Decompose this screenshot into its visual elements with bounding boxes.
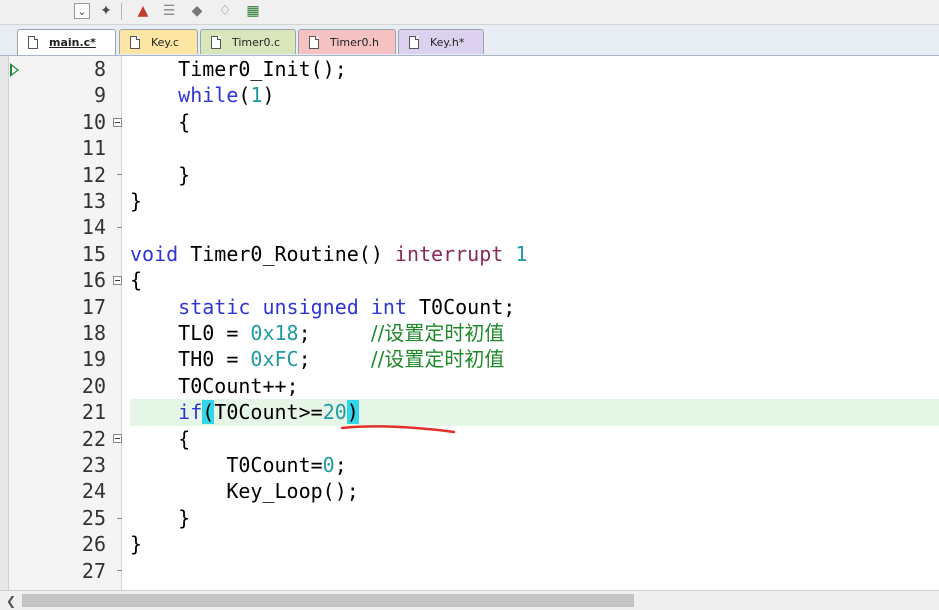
line-number: 21 (81, 400, 106, 425)
line-number: 11 (81, 136, 106, 161)
code-line: 18 TL0 = 0x18; //设置定时初值 (0, 320, 939, 346)
line-number: 8 (93, 57, 106, 81)
code-line: 27 (0, 558, 939, 584)
tab-key-c[interactable]: Key.c (119, 29, 198, 54)
line-number: 20 (81, 373, 106, 398)
fold-end-icon (117, 174, 122, 175)
line-number: 15 (81, 241, 106, 266)
code-text: Timer0_Init(); (130, 57, 347, 81)
toolbar: ⌄ ✦ ▲ ☰ ◆ ♢ ▦ (0, 0, 939, 25)
code-text: { (130, 268, 143, 293)
code-text: static unsigned int T0Count; (178, 294, 516, 319)
code-text: if(T0Count>=20) (178, 400, 359, 425)
scroll-left-icon[interactable]: ❮ (6, 594, 16, 608)
line-number: 27 (81, 558, 106, 583)
code-line: 17 static unsigned int T0Count; (0, 294, 939, 320)
code-line: 13 } (0, 188, 939, 214)
tab-label: main.c* (49, 36, 96, 49)
line-number: 26 (81, 532, 106, 557)
code-line: 24 Key_Loop(); (0, 478, 939, 504)
horizontal-scrollbar[interactable]: ❮ (0, 590, 939, 610)
tab-label: Timer0.c (232, 35, 280, 49)
gem-icon[interactable]: ♢ (215, 1, 235, 21)
fold-end-icon (117, 570, 122, 571)
code-line: 25 } (0, 505, 939, 531)
code-text: TH0 = 0xFC; //设置定时初值 (130, 347, 505, 372)
component-icon[interactable]: ▲ (133, 1, 153, 21)
code-line: 16 { (0, 267, 939, 293)
line-number: 14 (81, 215, 106, 240)
code-text: } (130, 189, 143, 213)
code-line: 15 void Timer0_Routine() interrupt 1 (0, 241, 939, 267)
code-line: 11 (0, 135, 939, 161)
diamond-icon[interactable]: ◆ (187, 1, 207, 21)
line-number: 18 (81, 321, 106, 345)
tab-key-h[interactable]: Key.h* (398, 29, 484, 54)
code-line: 8 Timer0_Init(); (0, 56, 939, 82)
tab-timer0-c[interactable]: Timer0.c (200, 29, 296, 54)
fold-end-icon (117, 227, 122, 228)
fold-end-icon (117, 518, 122, 519)
red-underline-annotation (340, 425, 456, 434)
code-text: void Timer0_Routine() interrupt 1 (130, 241, 528, 266)
line-number: 24 (81, 479, 106, 504)
line-number: 13 (81, 189, 106, 213)
toolbar-separator (121, 3, 122, 20)
code-text: { (130, 109, 191, 134)
code-line: 20 T0Count++; (0, 373, 939, 399)
multi-project-icon[interactable]: ▦ (243, 1, 263, 21)
file-icon (309, 35, 319, 49)
line-number: 16 (81, 268, 106, 293)
code-editor[interactable]: 8 Timer0_Init(); 9 while(1) 10 { 11 12 }… (0, 56, 939, 590)
code-line: 12 } (0, 162, 939, 188)
file-icon (28, 36, 38, 49)
code-line: 21 if(T0Count>=20) (0, 399, 939, 425)
scrollbar-thumb[interactable] (22, 594, 634, 607)
file-icon (409, 35, 419, 49)
code-text: while(1) (178, 83, 275, 108)
fold-toggle-icon[interactable] (113, 434, 122, 443)
line-number: 17 (81, 294, 106, 319)
wand-icon[interactable]: ✦ (96, 1, 116, 21)
code-text: TL0 = 0x18; //设置定时初值 (130, 321, 505, 345)
tab-label: Key.c (151, 35, 179, 49)
tab-main-c[interactable]: main.c* (17, 29, 116, 55)
line-number: 9 (93, 83, 106, 108)
code-line: 10 { (0, 109, 939, 135)
fold-toggle-icon[interactable] (113, 276, 122, 285)
file-tab-bar: main.c* Key.c Timer0.c Timer0.h Key.h* (0, 25, 939, 56)
tab-timer0-h[interactable]: Timer0.h (298, 29, 396, 54)
line-number: 25 (81, 505, 106, 530)
code-text: { (130, 426, 191, 451)
code-line: 26 } (0, 531, 939, 557)
line-number: 12 (81, 162, 106, 187)
code-line: 9 while(1) (0, 82, 939, 108)
code-text: } (130, 505, 191, 530)
code-line: 22 { (0, 426, 939, 452)
code-text: T0Count++; (130, 373, 299, 398)
line-number: 23 (81, 453, 106, 477)
dropdown-icon[interactable]: ⌄ (74, 3, 90, 19)
code-line: 19 TH0 = 0xFC; //设置定时初值 (0, 346, 939, 372)
code-text: Key_Loop(); (130, 479, 359, 504)
line-number: 19 (81, 347, 106, 372)
stack-icon[interactable]: ☰ (159, 1, 179, 21)
line-number: 10 (81, 109, 106, 134)
code-line: 14 (0, 214, 939, 240)
code-text: T0Count=0; (130, 453, 347, 477)
file-icon (211, 35, 221, 49)
file-icon (130, 35, 140, 49)
tab-label: Timer0.h (330, 35, 379, 49)
code-text: } (130, 532, 143, 557)
code-text: } (130, 162, 191, 187)
code-line: 23 T0Count=0; (0, 452, 939, 478)
fold-toggle-icon[interactable] (113, 118, 122, 127)
tab-label: Key.h* (430, 35, 465, 49)
line-number: 22 (81, 426, 106, 451)
